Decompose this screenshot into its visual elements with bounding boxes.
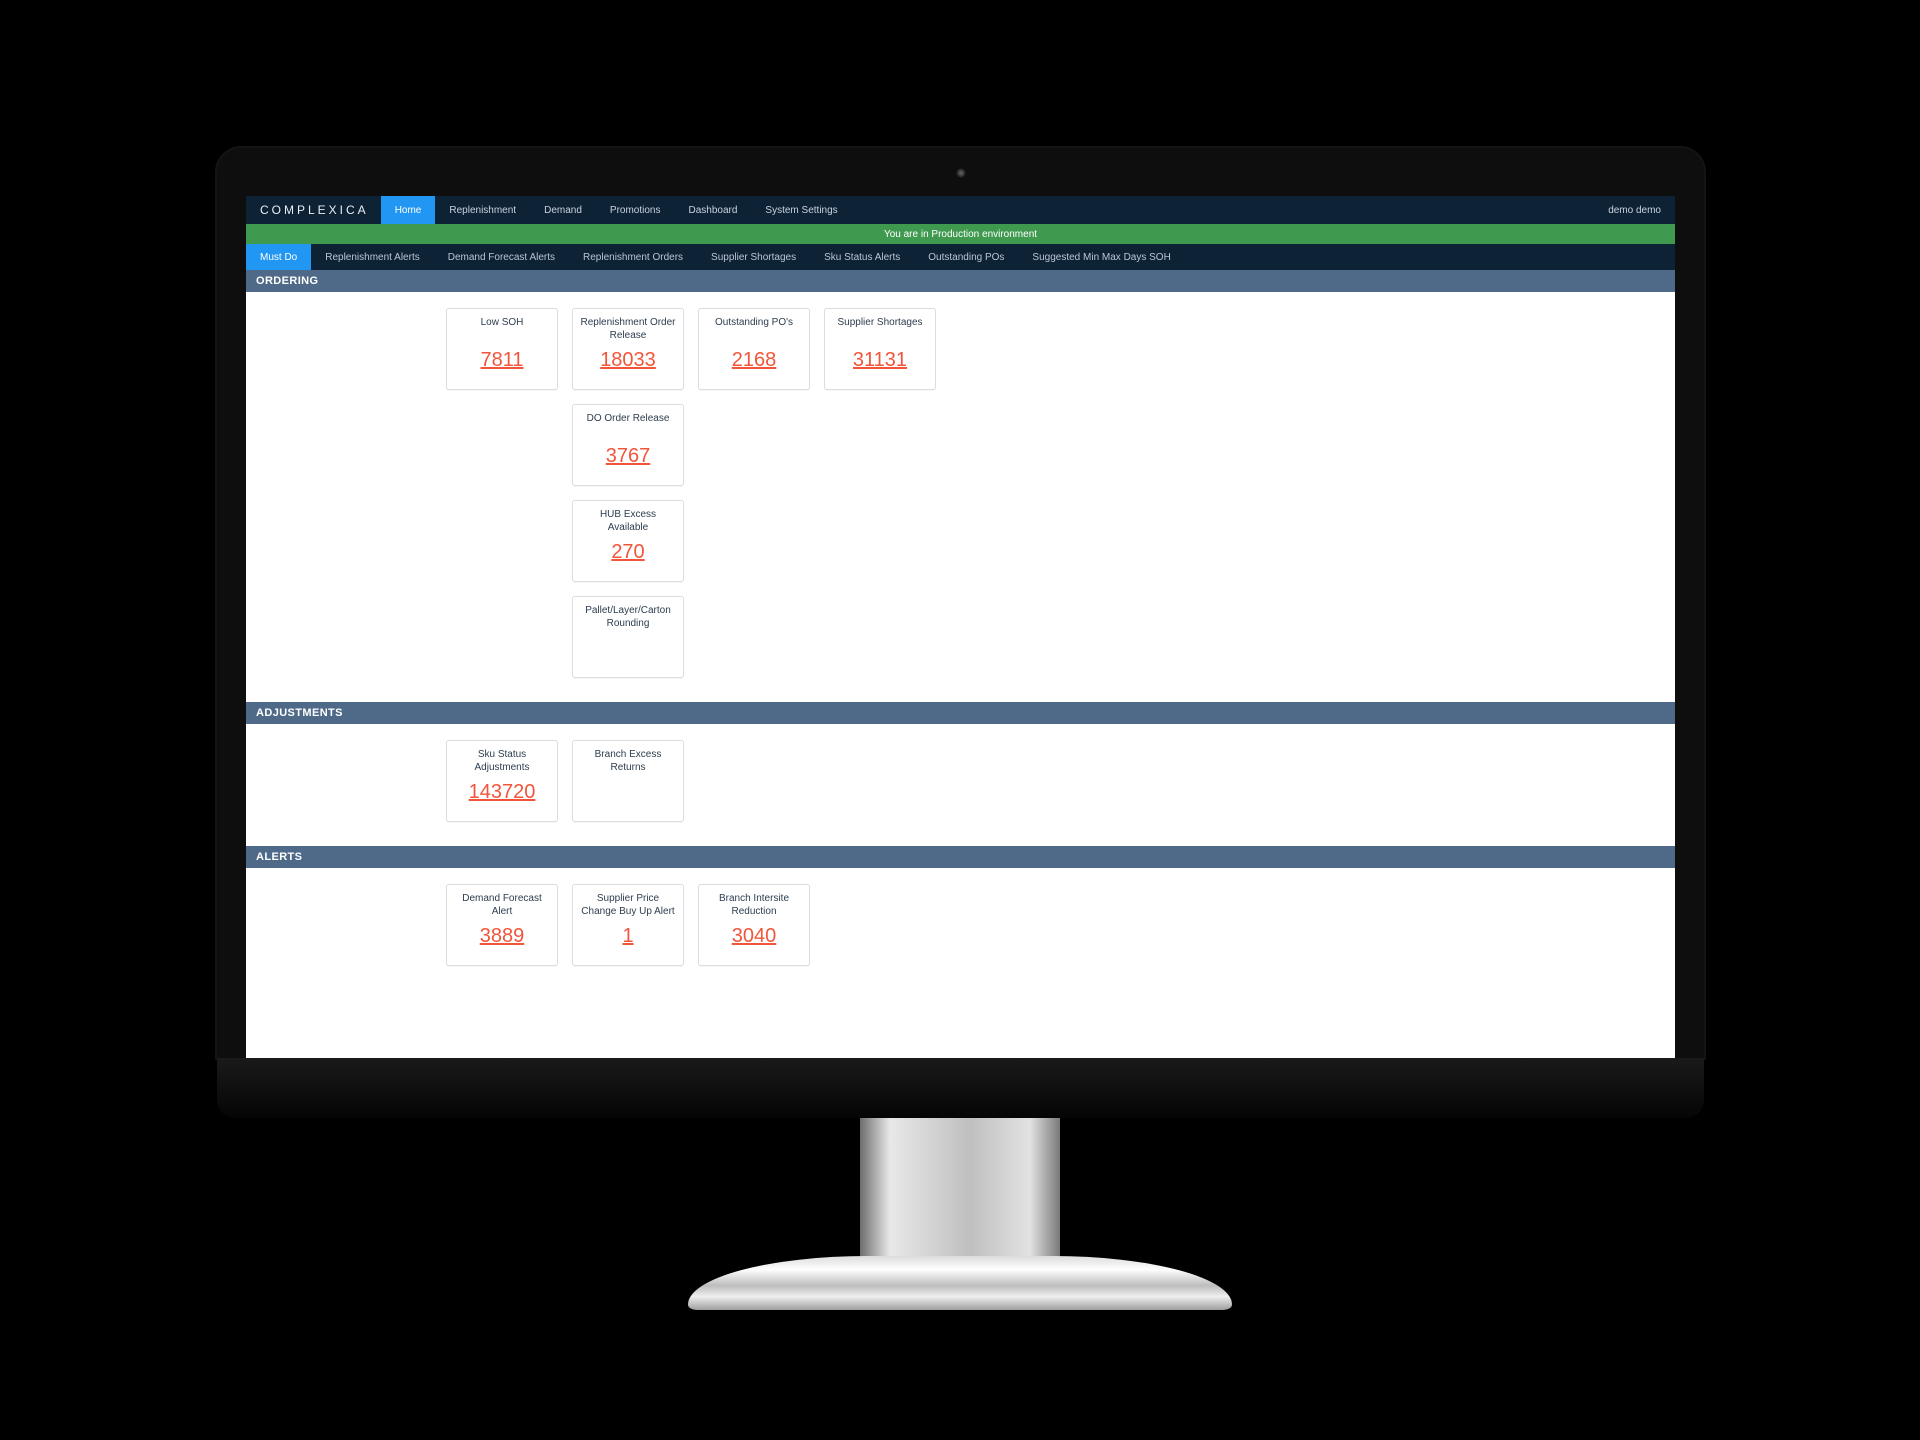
card-label: Supplier Shortages — [837, 317, 922, 343]
card-label: Low SOH — [481, 317, 524, 343]
section-header-adjustments: ADJUSTMENTS — [246, 702, 1675, 724]
card-supplier-price-change-buy-up-alert[interactable]: Supplier Price Change Buy Up Alert 1 — [572, 884, 684, 966]
content-area: ORDERING Low SOH 7811 Replenishment Orde… — [246, 270, 1675, 1058]
tab-replenishment-orders[interactable]: Replenishment Orders — [569, 244, 697, 270]
tab-label: Supplier Shortages — [711, 252, 796, 263]
adjustments-cards: Sku Status Adjustments 143720 Branch Exc… — [246, 724, 1675, 846]
tab-label: Outstanding POs — [928, 252, 1004, 263]
card-label: HUB Excess Available — [579, 509, 677, 535]
tab-demand-forecast-alerts[interactable]: Demand Forecast Alerts — [434, 244, 569, 270]
nav-replenishment[interactable]: Replenishment — [435, 196, 530, 224]
card-label: Replenishment Order Release — [579, 317, 677, 343]
card-label: Outstanding PO's — [715, 317, 793, 343]
card-value[interactable]: 3889 — [480, 925, 525, 948]
nav-promotions[interactable]: Promotions — [596, 196, 675, 224]
card-value[interactable]: 1 — [622, 925, 633, 948]
card-label: Pallet/Layer/Carton Rounding — [579, 605, 677, 631]
card-branch-excess-returns[interactable]: Branch Excess Returns — [572, 740, 684, 822]
nav-label: Demand — [544, 205, 582, 216]
card-value[interactable]: 3040 — [732, 925, 777, 948]
tab-must-do[interactable]: Must Do — [246, 244, 311, 270]
tab-label: Suggested Min Max Days SOH — [1032, 252, 1170, 263]
user-menu[interactable]: demo demo — [1608, 205, 1665, 216]
card-branch-intersite-reduction[interactable]: Branch Intersite Reduction 3040 — [698, 884, 810, 966]
nav-label: Promotions — [610, 205, 661, 216]
nav-dashboard[interactable]: Dashboard — [674, 196, 751, 224]
card-value[interactable]: 31131 — [853, 349, 907, 372]
nav-label: System Settings — [765, 205, 837, 216]
nav-system-settings[interactable]: System Settings — [751, 196, 851, 224]
card-hub-excess-available[interactable]: HUB Excess Available 270 — [572, 500, 684, 582]
card-do-order-release[interactable]: DO Order Release 3767 — [572, 404, 684, 486]
environment-banner: You are in Production environment — [246, 224, 1675, 244]
card-supplier-shortages[interactable]: Supplier Shortages 31131 — [824, 308, 936, 390]
tab-label: Replenishment Alerts — [325, 252, 420, 263]
camera-icon — [956, 168, 966, 178]
tab-suggested-min-max[interactable]: Suggested Min Max Days SOH — [1018, 244, 1184, 270]
nav-label: Dashboard — [688, 205, 737, 216]
section-title: ADJUSTMENTS — [256, 707, 343, 719]
nav-label: Replenishment — [449, 205, 516, 216]
card-demand-forecast-alert[interactable]: Demand Forecast Alert 3889 — [446, 884, 558, 966]
card-sku-status-adjustments[interactable]: Sku Status Adjustments 143720 — [446, 740, 558, 822]
tab-label: Sku Status Alerts — [824, 252, 900, 263]
tab-outstanding-pos[interactable]: Outstanding POs — [914, 244, 1018, 270]
card-label: DO Order Release — [587, 413, 670, 439]
tab-sku-status-alerts[interactable]: Sku Status Alerts — [810, 244, 914, 270]
tab-supplier-shortages[interactable]: Supplier Shortages — [697, 244, 810, 270]
card-value[interactable]: 270 — [611, 541, 644, 564]
section-title: ORDERING — [256, 275, 318, 287]
card-label: Branch Excess Returns — [579, 749, 677, 775]
alerts-cards: Demand Forecast Alert 3889 Supplier Pric… — [246, 868, 1675, 990]
section-header-ordering: ORDERING — [246, 270, 1675, 292]
environment-banner-text: You are in Production environment — [884, 229, 1037, 240]
card-value[interactable]: 2168 — [732, 349, 777, 372]
card-label: Branch Intersite Reduction — [705, 893, 803, 919]
card-label: Sku Status Adjustments — [453, 749, 551, 775]
user-label: demo demo — [1608, 205, 1661, 216]
card-value[interactable]: 7811 — [480, 349, 523, 372]
nav-home[interactable]: Home — [381, 196, 436, 224]
card-value[interactable]: 3767 — [606, 445, 651, 468]
monitor-frame: COMPLEXICA Home Replenishment Demand Pro… — [217, 148, 1704, 1058]
section-title: ALERTS — [256, 851, 302, 863]
app-screen: COMPLEXICA Home Replenishment Demand Pro… — [246, 196, 1675, 1058]
top-navbar: COMPLEXICA Home Replenishment Demand Pro… — [246, 196, 1675, 224]
main-nav: Home Replenishment Demand Promotions Das… — [381, 196, 852, 224]
tab-label: Demand Forecast Alerts — [448, 252, 555, 263]
tab-label: Replenishment Orders — [583, 252, 683, 263]
tab-replenishment-alerts[interactable]: Replenishment Alerts — [311, 244, 434, 270]
tab-label: Must Do — [260, 252, 297, 263]
section-header-alerts: ALERTS — [246, 846, 1675, 868]
card-replenishment-order-release[interactable]: Replenishment Order Release 18033 — [572, 308, 684, 390]
card-low-soh[interactable]: Low SOH 7811 — [446, 308, 558, 390]
monitor-chin — [217, 1058, 1704, 1118]
brand-logo: COMPLEXICA — [256, 203, 381, 217]
ordering-cards: Low SOH 7811 Replenishment Order Release… — [246, 292, 1675, 702]
card-value[interactable]: 18033 — [600, 349, 656, 372]
monitor-stand-base — [688, 1256, 1232, 1310]
card-label: Demand Forecast Alert — [453, 893, 551, 919]
nav-demand[interactable]: Demand — [530, 196, 596, 224]
sub-tabs: Must Do Replenishment Alerts Demand Fore… — [246, 244, 1675, 270]
card-outstanding-pos[interactable]: Outstanding PO's 2168 — [698, 308, 810, 390]
card-pallet-layer-carton-rounding[interactable]: Pallet/Layer/Carton Rounding — [572, 596, 684, 678]
nav-label: Home — [395, 205, 422, 216]
card-label: Supplier Price Change Buy Up Alert — [579, 893, 677, 919]
card-value[interactable]: 143720 — [469, 781, 536, 804]
